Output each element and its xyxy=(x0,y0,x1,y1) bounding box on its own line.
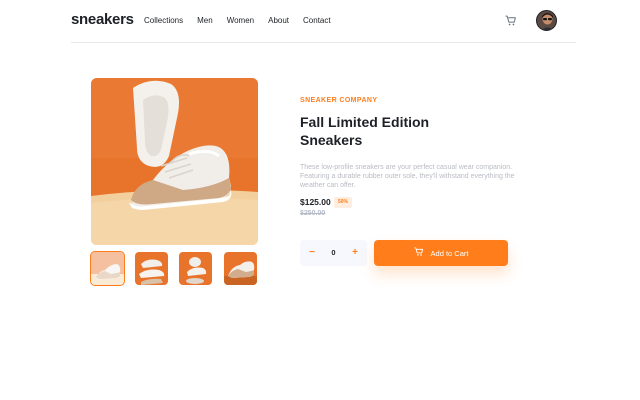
original-price: $250.00 xyxy=(300,210,326,217)
thumbnail-2[interactable] xyxy=(135,252,168,285)
user-avatar[interactable] xyxy=(536,10,557,31)
company-name: SNEAKER COMPANY xyxy=(300,97,378,104)
quantity-value: 0 xyxy=(331,248,336,257)
add-to-cart-button[interactable]: Add to Cart xyxy=(374,240,508,266)
nav-item-men[interactable]: Men xyxy=(197,16,213,25)
quantity-increase-button[interactable]: + xyxy=(346,240,364,266)
cart-icon[interactable] xyxy=(505,14,517,26)
product-title: Fall Limited Edition Sneakers xyxy=(300,113,460,149)
quantity-stepper: − 0 + xyxy=(300,240,367,266)
product-title-line2: Sneakers xyxy=(300,132,363,148)
product-title-line1: Fall Limited Edition xyxy=(300,114,430,130)
site-header: sneakers Collections Men Women About Con… xyxy=(71,0,576,43)
main-nav: Collections Men Women About Contact xyxy=(144,16,345,25)
logo[interactable]: sneakers xyxy=(71,11,134,28)
add-to-cart-label: Add to Cart xyxy=(430,248,469,258)
cart-icon xyxy=(413,247,424,259)
thumbnail-3[interactable] xyxy=(179,252,212,285)
nav-item-contact[interactable]: Contact xyxy=(303,16,331,25)
current-price: $125.00 xyxy=(300,197,331,207)
nav-item-about[interactable]: About xyxy=(268,16,289,25)
nav-item-collections[interactable]: Collections xyxy=(144,16,183,25)
thumbnail-4[interactable] xyxy=(224,252,257,285)
thumbnail-strip xyxy=(90,251,258,286)
nav-item-women[interactable]: Women xyxy=(227,16,254,25)
discount-badge: 50% xyxy=(334,197,353,208)
thumbnail-1[interactable] xyxy=(90,251,125,286)
product-description: These low-profile sneakers are your perf… xyxy=(300,164,515,189)
product-main-image[interactable] xyxy=(91,78,258,245)
